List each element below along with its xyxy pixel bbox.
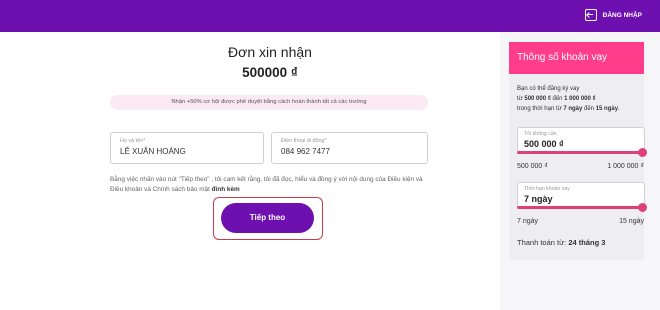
repayment-date: Thanh toán từ: 24 tháng 3: [517, 238, 605, 247]
panel-title: Thông số khoản vay: [509, 42, 644, 74]
desc-line-3: trong thời hạn từ 7 ngày đến 15 ngày.: [517, 106, 620, 112]
loan-term-label: Thời hạn khoản vay: [524, 186, 570, 192]
term-max: 15 ngày: [619, 218, 644, 225]
panel-description: Bạn có thể đăng ký vay từ 500 000 ₫ đến …: [517, 84, 642, 114]
loan-term-value[interactable]: 7 ngày: [524, 194, 638, 204]
loan-amount-value[interactable]: 500 000 ₫: [524, 139, 638, 149]
loan-amount-field[interactable]: Tôi không cần 500 000 ₫: [517, 127, 645, 153]
consent-mid: và: [142, 186, 153, 193]
desc-line-1: Bạn có thể đăng ký vay: [517, 86, 580, 92]
loan-amount-slider[interactable]: [517, 148, 647, 157]
consent-suffix: đính kèm: [209, 186, 240, 193]
login-label: ĐĂNG NHẬP: [602, 11, 642, 19]
phone-label: Điện thoại di động*: [281, 138, 327, 144]
login-button[interactable]: ĐĂNG NHẬP: [584, 9, 642, 21]
full-name-field[interactable]: Họ và tên* LÊ XUÂN HOÀNG: [110, 132, 264, 164]
term-min: 7 ngày: [517, 218, 539, 225]
next-button[interactable]: Tiếp theo: [221, 203, 314, 233]
phone-value[interactable]: 084 962 7477: [281, 147, 418, 156]
desc-line-2: từ 500 000 ₫ đến 1 000 000 ₫: [517, 96, 596, 102]
loan-amount-label: Tôi không cần: [524, 131, 557, 137]
loan-term-slider[interactable]: [517, 203, 647, 212]
loan-term-slider-handle[interactable]: [638, 203, 647, 212]
amount-max: 1 000 000 ₫: [607, 163, 644, 170]
top-bar: ĐĂNG NHẬP: [0, 0, 660, 32]
privacy-link[interactable]: Chính sách bảo mật: [153, 186, 210, 193]
repayment-value: 24 tháng 3: [568, 238, 606, 247]
full-name-value[interactable]: LÊ XUÂN HOÀNG: [120, 147, 254, 156]
completion-notice: Nhận +50% cơ hội được phê duyệt bằng các…: [110, 95, 428, 110]
loan-amount-range: 500 000 ₫ 1 000 000 ₫: [517, 163, 644, 170]
loan-term-range: 7 ngày 15 ngày: [517, 218, 644, 225]
main-content: Đơn xin nhận 500000 ₫ Nhận +50% cơ hội đ…: [0, 32, 500, 310]
consent-text: Bằng việc nhấn vào nút "Tiếp theo" , tôi…: [110, 175, 432, 195]
consent-prefix: Bằng việc nhấn vào nút "Tiếp theo" , tôi…: [110, 176, 388, 183]
amount-min: 500 000 ₫: [517, 163, 548, 170]
phone-field[interactable]: Điện thoại di động* 084 962 7477: [271, 132, 428, 164]
repayment-label: Thanh toán từ:: [517, 238, 569, 247]
loan-term-field[interactable]: Thời hạn khoản vay 7 ngày: [517, 182, 645, 208]
next-button-highlight: Tiếp theo: [213, 197, 323, 240]
loan-amount-slider-handle[interactable]: [638, 148, 647, 157]
login-icon: [584, 9, 597, 21]
page-title: Đơn xin nhận: [228, 44, 312, 60]
requested-amount: 500000 ₫: [242, 65, 298, 80]
full-name-label: Họ và tên*: [120, 138, 146, 144]
loan-parameters-panel: Thông số khoản vay Bạn có thể đăng ký va…: [509, 42, 647, 260]
